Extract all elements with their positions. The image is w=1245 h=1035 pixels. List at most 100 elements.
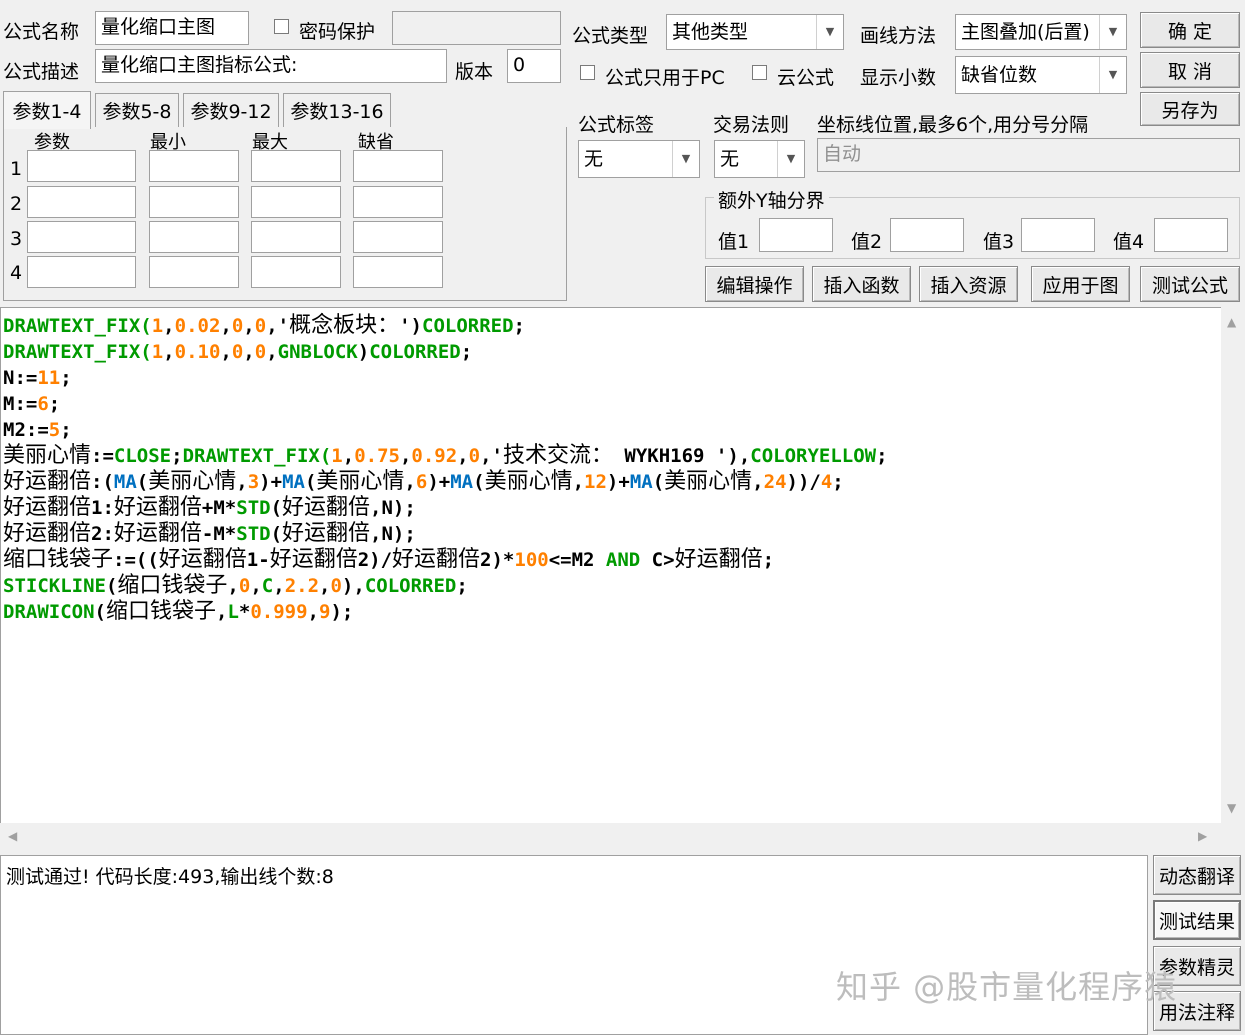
cloud-checkbox[interactable] (752, 65, 767, 80)
code-token: ; (762, 549, 775, 571)
chevron-down-icon: ▼ (1099, 57, 1126, 93)
test-output: 测试通过! 代码长度:493,输出线个数:8 (0, 855, 1148, 1035)
save-as-button[interactable]: 另存为 (1140, 92, 1240, 126)
scroll-right-icon[interactable]: ▶ (1198, 829, 1207, 843)
edit-ops-button[interactable]: 编辑操作 (705, 266, 804, 302)
param-cell-r1-c2[interactable] (149, 150, 239, 182)
insert-func-button[interactable]: 插入函数 (812, 266, 911, 302)
code-token: :( (91, 471, 114, 493)
code-token: L (227, 601, 239, 623)
code-token: DRAWTEXT_FIX( (3, 315, 152, 337)
code-token: ; (832, 471, 844, 493)
formula-name-input[interactable]: 量化缩口主图 (95, 11, 249, 45)
tab-params-9-12[interactable]: 参数9-12 (183, 93, 279, 127)
code-line: 好运翻倍:(MA(美丽心情,3)+MA(美丽心情,6)+MA(美丽心情,12)+… (3, 469, 888, 495)
code-token: , (266, 341, 278, 363)
param-cell-r3-c3[interactable] (251, 221, 341, 253)
param-cell-r4-c1[interactable] (27, 256, 136, 288)
code-token: := (91, 445, 114, 467)
val1-input[interactable] (759, 218, 833, 252)
ok-button[interactable]: 确 定 (1140, 12, 1240, 48)
code-token: 美丽心情 (3, 443, 92, 468)
code-token: 11 (37, 367, 61, 389)
val3-label: 值3 (983, 231, 1015, 253)
code-token: * (238, 601, 251, 623)
param-cell-r2-c3[interactable] (251, 186, 341, 218)
code-token: 5 (48, 419, 61, 441)
chevron-down-icon: ▼ (672, 141, 699, 177)
dynamic-translate-button[interactable]: 动态翻译 (1153, 855, 1241, 895)
scroll-down-icon[interactable]: ▼ (1227, 801, 1236, 815)
version-input[interactable]: 0 (507, 49, 561, 83)
code-token: 100 (514, 549, 549, 571)
draw-method-select[interactable]: 主图叠加(后置) ▼ (955, 14, 1127, 50)
param-cell-r3-c4[interactable] (353, 221, 443, 253)
test-result-button[interactable]: 测试结果 (1153, 900, 1241, 940)
tag-select[interactable]: 无 ▼ (578, 140, 700, 178)
param-cell-r1-c3[interactable] (251, 150, 341, 182)
code-token: , (220, 341, 232, 363)
code-token: 4 (820, 471, 833, 493)
code-token: ( (473, 471, 485, 493)
test-formula-button[interactable]: 测试公式 (1140, 266, 1240, 302)
tab-params-5-8[interactable]: 参数5-8 (95, 93, 179, 127)
code-token: ,N); (370, 497, 416, 519)
code-token: , (319, 575, 331, 597)
param-cell-r2-c4[interactable] (353, 186, 443, 218)
formula-desc-input[interactable]: 量化缩口主图指标公式: (95, 49, 447, 83)
code-token: 美丽心情 (316, 469, 405, 494)
param-cell-r4-c2[interactable] (149, 256, 239, 288)
scroll-up-icon[interactable]: ▲ (1227, 315, 1236, 329)
insert-res-button[interactable]: 插入资源 (919, 266, 1018, 302)
param-cell-r4-c4[interactable] (353, 256, 443, 288)
trade-rule-select[interactable]: 无 ▼ (714, 140, 805, 178)
code-line: M2:=5; (3, 417, 888, 443)
code-token: DRAWICON (3, 601, 95, 623)
coord-input[interactable]: 自动 (817, 138, 1240, 172)
val2-input[interactable] (890, 218, 964, 252)
code-token: COLORRED (364, 575, 457, 597)
code-line: 好运翻倍1:好运翻倍+M*STD(好运翻倍,N); (3, 495, 888, 521)
val4-input[interactable] (1154, 218, 1228, 252)
pc-only-checkbox[interactable] (580, 65, 595, 80)
param-cell-r4-c3[interactable] (251, 256, 341, 288)
param-cell-r1-c1[interactable] (27, 150, 136, 182)
param-cell-r3-c1[interactable] (27, 221, 136, 253)
code-token: , (243, 315, 255, 337)
code-token: CLOSE (113, 445, 172, 467)
code-token: 1 (151, 315, 164, 337)
param-cell-r3-c2[interactable] (149, 221, 239, 253)
code-token: AND (605, 549, 641, 571)
code-token: 0 (254, 315, 267, 337)
param-cell-r2-c2[interactable] (149, 186, 239, 218)
code-token: 12 (584, 471, 607, 493)
param-cell-r1-c4[interactable] (353, 150, 443, 182)
scroll-left-icon[interactable]: ◀ (8, 829, 17, 843)
password-input[interactable] (392, 11, 561, 45)
code-token: ; (171, 445, 183, 467)
code-token: 6 (37, 393, 49, 415)
apply-chart-button[interactable]: 应用于图 (1031, 266, 1130, 302)
param-cell-r2-c1[interactable] (27, 186, 136, 218)
vertical-scrollbar[interactable]: ▲ ▼ (1221, 307, 1245, 823)
extra-y-label: 额外Y轴分界 (714, 186, 829, 213)
code-content[interactable]: DRAWTEXT_FIX(1,0.02,0,0,'概念板块：')COLORRED… (3, 313, 888, 625)
code-token: , (457, 445, 469, 467)
code-token: 好运翻倍 (113, 521, 202, 546)
tab-params-1-4[interactable]: 参数1-4 (3, 91, 91, 129)
code-token: STD (236, 523, 271, 545)
chevron-down-icon: ▼ (777, 141, 804, 177)
code-editor[interactable]: DRAWTEXT_FIX(1,0.02,0,0,'概念板块：')COLORRED… (0, 307, 1221, 823)
password-checkbox[interactable] (274, 19, 289, 34)
cancel-button[interactable]: 取 消 (1140, 52, 1240, 88)
formula-type-select[interactable]: 其他类型 ▼ (666, 14, 844, 50)
version-label: 版本 (455, 61, 494, 83)
decimals-select[interactable]: 缺省位数 ▼ (955, 56, 1127, 94)
code-token: ,' (480, 445, 503, 467)
code-token: M:= (3, 393, 38, 415)
code-token: 0 (468, 445, 481, 467)
horizontal-scrollbar[interactable]: ◀ ▶ (0, 823, 1221, 851)
tab-params-13-16[interactable]: 参数13-16 (283, 93, 391, 127)
code-token: ))/ (786, 471, 821, 493)
val3-input[interactable] (1021, 218, 1095, 252)
